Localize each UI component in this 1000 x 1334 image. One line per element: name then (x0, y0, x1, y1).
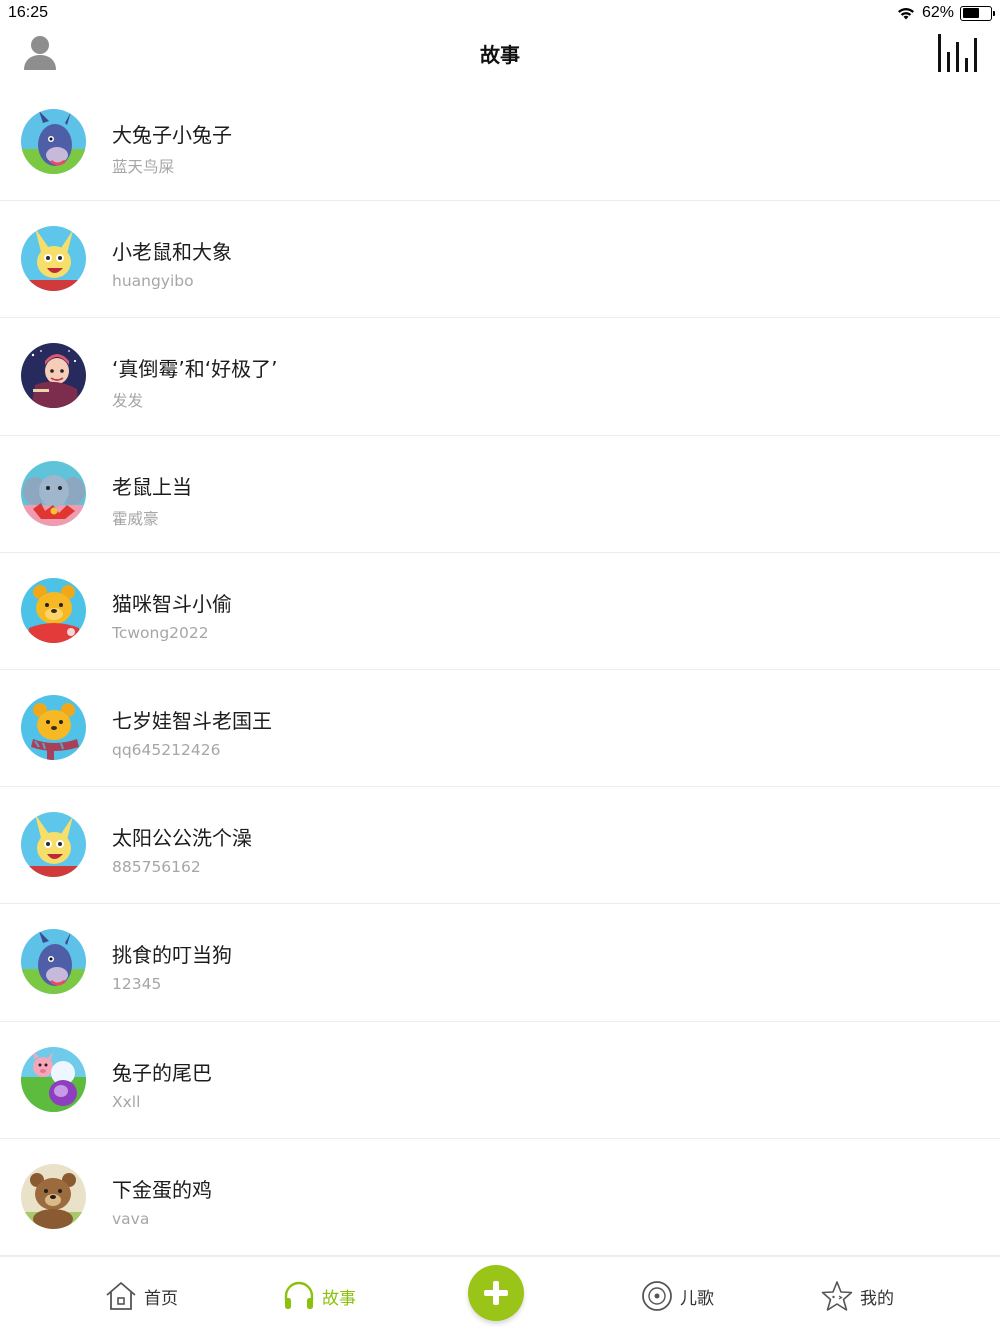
story-author: Tcwong2022 (112, 623, 209, 642)
tab-home[interactable]: 首页 (104, 1257, 178, 1334)
story-avatar (21, 1163, 86, 1229)
story-avatar (21, 812, 86, 878)
story-avatar (21, 109, 86, 174)
story-author: huangyibo (112, 272, 194, 291)
story-avatar (21, 226, 86, 292)
story-list: 大兔子小兔子蓝天鸟屎小老鼠和大象 huangyibo ‘真倒霉’和‘好极了’ 发发老鼠… (0, 84, 1000, 1256)
add-button[interactable] (468, 1265, 524, 1321)
status-bar: 16:25 62% (0, 0, 1000, 26)
status-indicators: 62% (896, 4, 995, 22)
wifi-icon (897, 8, 914, 20)
battery-percent: 62% (921, 4, 954, 21)
battery-icon (960, 5, 995, 21)
story-avatar (21, 343, 86, 409)
story-avatar (21, 577, 86, 643)
tab-mine-label: 我的 (860, 1288, 894, 1309)
story-avatar (21, 929, 86, 995)
tab-stories[interactable]: 故事 (282, 1257, 356, 1334)
tab-bar: 首页 故事 儿歌 我的 (0, 1256, 1000, 1334)
story-title: ‘真倒霉’和‘好极了’ (112, 357, 278, 382)
story-item[interactable]: 老鼠上当 霍威豪 (0, 436, 1000, 553)
story-author: Xxll (112, 1092, 141, 1111)
story-item[interactable]: 挑食的叮当狗 12345 (0, 904, 1000, 1022)
story-item[interactable]: 七岁娃智斗老国王 qq645212426 (0, 670, 1000, 788)
story-author: 发发 (112, 392, 144, 411)
story-item[interactable]: 小老鼠和大象 huangyibo (0, 201, 1000, 319)
music-disc-icon (642, 1281, 672, 1311)
story-title: 下金蛋的鸡 (112, 1177, 212, 1202)
story-title: 老鼠上当 (112, 474, 192, 499)
tab-songs[interactable]: 儿歌 (640, 1257, 714, 1334)
nav-bar: 故事 (0, 26, 1000, 84)
story-author: 蓝天鸟屎 (112, 158, 175, 176)
story-item[interactable]: 下金蛋的鸡 vava (0, 1139, 1000, 1256)
story-title: 挑食的叮当狗 (112, 943, 232, 968)
tab-stories-label: 故事 (322, 1288, 356, 1309)
status-time: 16:25 (8, 4, 49, 21)
page-title: 故事 (480, 43, 520, 67)
story-item[interactable]: ‘真倒霉’和‘好极了’ 发发 (0, 318, 1000, 436)
tab-songs-label: 儿歌 (680, 1288, 714, 1309)
story-author: vava (112, 1209, 150, 1228)
story-avatar (21, 460, 86, 526)
story-title: 兔子的尾巴 (112, 1060, 212, 1085)
tab-mine[interactable]: 我的 (820, 1257, 894, 1334)
story-title: 七岁娃智斗老国王 (112, 708, 272, 733)
battery-level (962, 8, 980, 18)
story-title: 小老鼠和大象 (112, 240, 232, 265)
story-avatar (21, 694, 86, 760)
story-author: 885756162 (112, 858, 201, 877)
plus-icon (484, 1281, 508, 1305)
story-title: 大兔子小兔子 (112, 123, 232, 147)
story-title: 太阳公公洗个澡 (112, 826, 252, 851)
story-avatar (21, 1046, 86, 1112)
home-icon (106, 1282, 136, 1310)
headphones-icon (284, 1281, 314, 1309)
story-item[interactable]: 太阳公公洗个澡 885756162 (0, 787, 1000, 905)
story-author: qq645212426 (112, 740, 221, 759)
story-item[interactable]: 大兔子小兔子蓝天鸟屎 (0, 84, 1000, 202)
equalizer-icon[interactable] (936, 32, 980, 74)
story-author: 霍威豪 (112, 509, 159, 528)
story-item[interactable]: 兔子的尾巴 Xxll (0, 1022, 1000, 1139)
tab-home-label: 首页 (144, 1288, 178, 1309)
star-face-icon (821, 1281, 853, 1311)
story-item[interactable]: 猫咪智斗小偷 Tcwong2022 (0, 553, 1000, 670)
story-title: 猫咪智斗小偷 (112, 591, 232, 616)
story-author: 12345 (112, 975, 162, 994)
